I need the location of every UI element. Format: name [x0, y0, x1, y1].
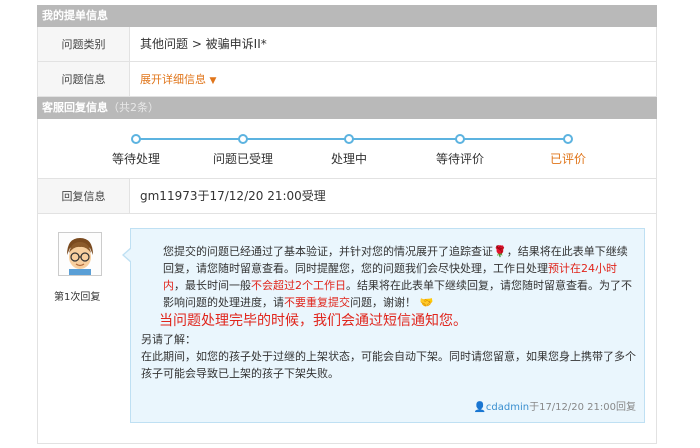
- reply-info-row: 回复信息 gm11973于17/12/20 21:00受理: [37, 179, 657, 214]
- user-icon: 👤: [473, 402, 486, 413]
- sms-notice: 当问题处理完毕的时候，我们会通过短信通知您。: [159, 313, 467, 329]
- message-paragraph-2: 在此期间，如您的孩子处于过继的上架状态，可能会自动下架。同时请您留意，如果您身上…: [141, 350, 636, 380]
- order-info-title: 我的提单信息: [42, 9, 108, 22]
- step-processing: 处理中: [330, 152, 368, 166]
- reply-info-title: 客服回复信息: [42, 101, 108, 114]
- msg-part-a: 您提交的问题已经通过了基本验证，并针对您的情况展开了追踪查证: [163, 245, 493, 258]
- message-paragraph-1: 您提交的问题已经通过了基本验证，并针对您的情况展开了追踪查证🌹，结果将在此表单下…: [141, 243, 636, 311]
- reply-count: （共2条）: [108, 101, 159, 114]
- category-row: 问题类别 其他问题 > 被骗申诉II*: [37, 27, 657, 62]
- msg-part-e: 不会超过2个工作日: [251, 279, 346, 292]
- step-dot-5: [563, 134, 573, 144]
- order-info-header: 我的提单信息: [37, 5, 657, 27]
- step-waiting: 等待处理: [111, 152, 161, 166]
- reply-info-label: 回复信息: [38, 179, 130, 213]
- step-dot-1: [131, 134, 141, 144]
- step-accepted: 问题已受理: [212, 152, 274, 166]
- msg-part-g: 不要重复提交: [284, 296, 350, 309]
- reply-number: 第1次回复: [54, 292, 101, 303]
- step-dot-2: [238, 134, 248, 144]
- also-note-title: 另请了解：: [141, 333, 196, 346]
- category-value: 其他问题 > 被骗申诉II*: [140, 37, 267, 51]
- progress-tracker: 等待处理 问题已受理 处理中 等待评价 已评价: [37, 119, 657, 179]
- info-value: 展开详细信息 ▼: [130, 62, 656, 96]
- reply-message: 您提交的问题已经通过了基本验证，并针对您的情况展开了追踪查证🌹，结果将在此表单下…: [122, 228, 645, 423]
- reply-entry: 第1次回复 您提交的问题已经通过了基本验证，并针对您的情况展开了追踪查证🌹，结果…: [37, 214, 657, 444]
- expand-details-label: 展开详细信息: [140, 73, 206, 86]
- reply-author: cdadmin: [485, 402, 530, 413]
- step-dot-3: [344, 134, 354, 144]
- step-reviewed: 已评价: [549, 152, 587, 166]
- reply-info-value: gm11973于17/12/20 21:00受理: [140, 189, 326, 203]
- caret-down-icon: ▼: [209, 76, 217, 86]
- step-awaiting-review: 等待评价: [435, 152, 485, 166]
- expand-details-link[interactable]: 展开详细信息 ▼: [140, 73, 216, 86]
- ticket-panel: 我的提单信息 问题类别 其他问题 > 被骗申诉II* 问题信息 展开详细信息 ▼…: [37, 5, 657, 444]
- reply-time: 于17/12/20 21:00回复: [529, 402, 636, 413]
- msg-part-d: ，最长时间一般: [174, 279, 251, 292]
- step-dot-4: [455, 134, 465, 144]
- reply-signature: 👤cdadmin于17/12/20 21:00回复: [473, 399, 636, 416]
- rose-icon: 🌹: [493, 245, 507, 258]
- msg-part-h: 问题，谢谢！: [350, 296, 416, 309]
- agent-avatar: [58, 232, 102, 276]
- info-row: 问题信息 展开详细信息 ▼: [37, 62, 657, 97]
- reply-info-header: 客服回复信息（共2条）: [37, 97, 657, 119]
- handshake-icon: 🤝: [419, 296, 434, 309]
- info-label: 问题信息: [38, 62, 130, 96]
- category-label: 问题类别: [38, 27, 130, 61]
